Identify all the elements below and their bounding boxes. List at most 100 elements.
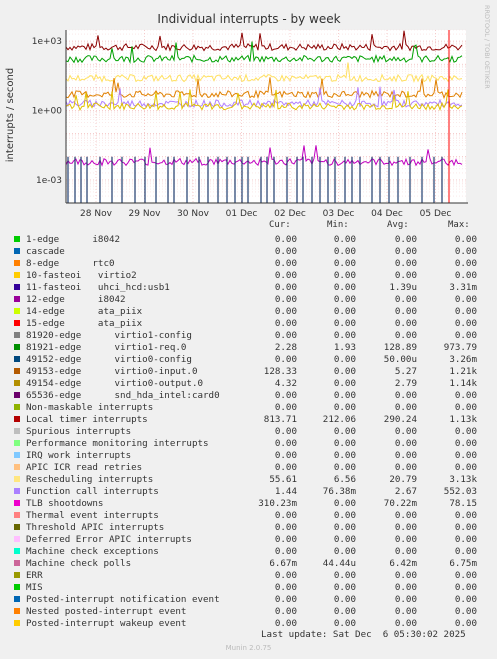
legend-label: Posted-interrupt wakeup event	[26, 618, 187, 629]
legend-value-avg: 6.42m	[389, 558, 417, 569]
legend-swatch	[14, 344, 20, 350]
legend-value-avg: 0.00	[394, 258, 417, 269]
legend-value-max: 0.00	[454, 510, 477, 521]
legend-swatch	[14, 428, 20, 434]
last-update-text: Last update: Sat Dec 6 05:30:02 2025	[261, 629, 466, 640]
x-tick-label: 04 Dec	[371, 209, 403, 219]
legend-label: Thermal event interrupts	[26, 510, 159, 521]
legend-value-cur: 0.00	[274, 330, 297, 341]
legend-value-cur: 0.00	[274, 402, 297, 413]
legend-value-max: 0.00	[454, 462, 477, 473]
legend-swatch	[14, 404, 20, 410]
legend-value-avg: 0.00	[394, 450, 417, 461]
legend-value-min: 0.00	[333, 402, 356, 413]
legend-value-avg: 0.00	[394, 402, 417, 413]
legend-row: 49152-edge virtio0-config 0.00 0.00 50.00u 3…	[0, 354, 497, 366]
legend-row: Rescheduling interrupts 55.61 6.56 20.79 3.1…	[0, 474, 497, 486]
legend-label: Performance monitoring interrupts	[26, 438, 209, 449]
legend-value-cur: 0.00	[274, 258, 297, 269]
chart-area: Individual interrupts - by week interrup…	[5, 5, 491, 219]
legend-value-max: 0.00	[454, 618, 477, 629]
legend-swatch	[14, 380, 20, 386]
legend-value-min: 0.00	[333, 330, 356, 341]
legend-value-max: 552.03	[443, 486, 477, 497]
legend-value-max: 3.26m	[449, 354, 477, 365]
legend-value-max: 0.00	[454, 294, 477, 305]
legend-label: IRQ work interrupts	[26, 450, 132, 461]
legend-row: 11-fasteoi uhci_hcd:usb1 0.00 0.00 1.39u 3.3…	[0, 282, 497, 294]
legend-value-cur: 0.00	[274, 270, 297, 281]
legend-value-avg: 0.00	[394, 570, 417, 581]
legend-swatch	[14, 476, 20, 482]
legend-swatch	[14, 284, 20, 290]
legend-value-avg: 0.00	[394, 306, 417, 317]
legend-value-max: 0.00	[454, 426, 477, 437]
x-axis-tick-labels: 28 Nov 29 Nov 30 Nov 01 Dec 02 Dec 03 Dec 04 D…	[80, 209, 451, 219]
legend-value-min: 0.00	[333, 618, 356, 629]
legend-value-avg: 290.24	[383, 414, 417, 425]
legend-row: cascade 0.00 0.00 0.00 0.00	[0, 246, 497, 258]
legend-value-avg: 5.27	[394, 366, 417, 377]
legend-row: Function call interrupts 1.44 76.38m 2.67 55…	[0, 486, 497, 498]
legend-value-min: 0.00	[333, 258, 356, 269]
legend-swatch	[14, 368, 20, 374]
legend-value-min: 0.00	[333, 594, 356, 605]
legend-label: Rescheduling interrupts	[26, 474, 154, 485]
legend-row: MIS 0.00 0.00 0.00 0.00	[0, 582, 497, 594]
legend-value-cur: 0.00	[274, 582, 297, 593]
legend-label: 81921-edge virtio1-req.0	[26, 342, 187, 353]
legend-swatch	[14, 260, 20, 266]
legend-value-avg: 70.22m	[383, 498, 417, 509]
x-tick-label: 01 Dec	[226, 209, 258, 219]
legend-row: 49154-edge virtio0-output.0 4.32 0.00 2.79 1…	[0, 378, 497, 390]
legend-value-avg: 0.00	[394, 270, 417, 281]
legend-value-min: 0.00	[333, 462, 356, 473]
legend-value-max: 0.00	[454, 594, 477, 605]
legend-row: Performance monitoring interrupts 0.00 0.0…	[0, 438, 497, 450]
legend-label: TLB shootdowns	[26, 498, 104, 509]
legend-value-cur: 813.71	[263, 414, 297, 425]
legend-swatch	[14, 236, 20, 242]
legend-value-max: 0.00	[454, 570, 477, 581]
legend-value-max: 1.14k	[449, 378, 477, 389]
legend-value-min: 0.00	[333, 390, 356, 401]
legend-value-max: 1.21k	[449, 366, 477, 377]
x-tick-label: 02 Dec	[274, 209, 306, 219]
legend-value-cur: 0.00	[274, 246, 297, 257]
y-tick-label: 1e+03	[32, 37, 62, 47]
rrdtool-side-label: RRDTOOL / TOBI OETIKER	[483, 5, 491, 89]
legend-value-cur: 1.44	[274, 486, 297, 497]
legend-row: TLB shootdowns 310.23m 0.00 70.22m 78.15	[0, 498, 497, 510]
legend-value-cur: 2.28	[274, 342, 297, 353]
legend-value-cur: 0.00	[274, 534, 297, 545]
legend-value-min: 0.00	[333, 378, 356, 389]
legend-value-min: 0.00	[333, 510, 356, 521]
legend-value-avg: 0.00	[394, 510, 417, 521]
legend-value-min: 1.93	[333, 342, 356, 353]
legend-swatch	[14, 332, 20, 338]
legend-value-avg: 0.00	[394, 330, 417, 341]
legend-row: 12-edge i8042 0.00 0.00 0.00 0.00	[0, 294, 497, 306]
legend-row: 14-edge ata_piix 0.00 0.00 0.00 0.00	[0, 306, 497, 318]
legend-value-cur: 0.00	[274, 594, 297, 605]
legend-value-min: 0.00	[333, 606, 356, 617]
legend-value-min: 0.00	[333, 306, 356, 317]
legend-label: Threshold APIC interrupts	[26, 522, 165, 533]
legend-value-avg: 0.00	[394, 390, 417, 401]
legend-label: Posted-interrupt notification event	[26, 594, 220, 605]
legend-value-min: 0.00	[333, 534, 356, 545]
legend-row: Thermal event interrupts 0.00 0.00 0.00 0.00	[0, 510, 497, 522]
legend-swatch	[14, 308, 20, 314]
legend-swatch	[14, 464, 20, 470]
legend-value-cur: 0.00	[274, 462, 297, 473]
legend-label: 49152-edge virtio0-config	[26, 354, 192, 365]
legend-value-max: 0.00	[454, 330, 477, 341]
legend-label: Non-maskable interrupts	[26, 402, 154, 413]
legend-row: Threshold APIC interrupts 0.00 0.00 0.00 0.0…	[0, 522, 497, 534]
legend-value-cur: 0.00	[274, 306, 297, 317]
legend-value-max: 973.79	[443, 342, 477, 353]
legend-row: Deferred Error APIC interrupts 0.00 0.00 0.…	[0, 534, 497, 546]
legend-value-avg: 0.00	[394, 294, 417, 305]
legend-value-avg: 0.00	[394, 606, 417, 617]
legend-value-max: 0.00	[454, 390, 477, 401]
